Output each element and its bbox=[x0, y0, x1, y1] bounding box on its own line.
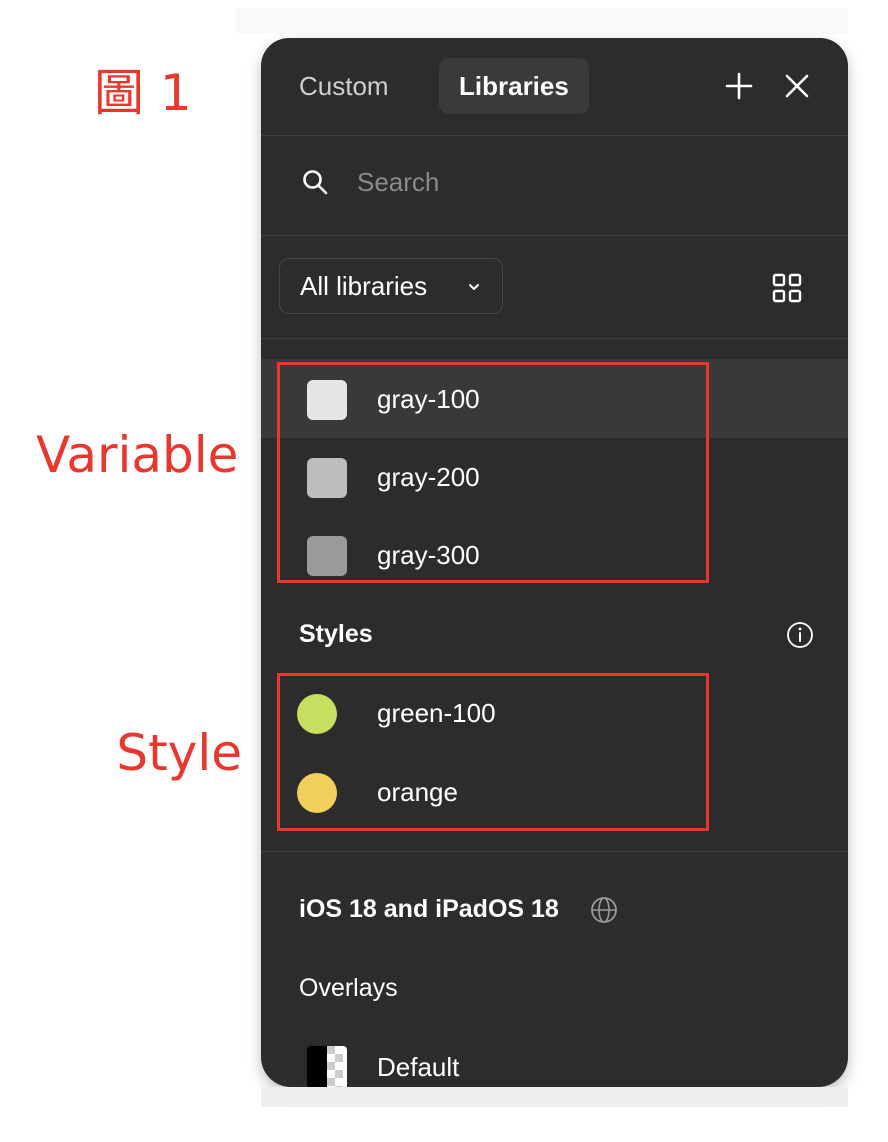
grid-view-icon[interactable] bbox=[771, 272, 803, 304]
search-input[interactable]: Search bbox=[357, 162, 757, 202]
overlays-section-title: Overlays bbox=[299, 974, 398, 1002]
style-highlight-box bbox=[277, 673, 709, 831]
overlay-label: Default bbox=[377, 1052, 460, 1082]
background-strip bbox=[236, 8, 848, 34]
library-filter-dropdown[interactable]: All libraries bbox=[279, 258, 503, 314]
info-icon[interactable] bbox=[785, 620, 815, 650]
tab-custom[interactable]: Custom bbox=[279, 58, 409, 114]
divider bbox=[261, 135, 848, 136]
tab-libraries[interactable]: Libraries bbox=[439, 58, 589, 114]
divider bbox=[261, 338, 848, 339]
chevron-down-icon bbox=[469, 284, 479, 290]
library-section-title: iOS 18 and iPadOS 18 bbox=[299, 895, 559, 923]
styles-section-title: Styles bbox=[299, 620, 373, 648]
globe-icon bbox=[591, 897, 617, 923]
divider bbox=[261, 851, 848, 852]
plus-icon[interactable] bbox=[721, 68, 757, 104]
overlay-swatch-icon bbox=[307, 1046, 347, 1087]
search-icon bbox=[303, 170, 328, 195]
close-icon[interactable] bbox=[779, 68, 815, 104]
overlay-item-default[interactable]: Default bbox=[261, 1028, 848, 1087]
style-annotation: Style bbox=[116, 724, 242, 782]
variable-annotation: Variable bbox=[36, 426, 239, 484]
divider bbox=[261, 235, 848, 236]
figure-label: 圖 1 bbox=[94, 64, 192, 122]
dropdown-value: All libraries bbox=[300, 271, 428, 301]
background-strip bbox=[261, 1087, 848, 1107]
variable-highlight-box bbox=[277, 362, 709, 583]
